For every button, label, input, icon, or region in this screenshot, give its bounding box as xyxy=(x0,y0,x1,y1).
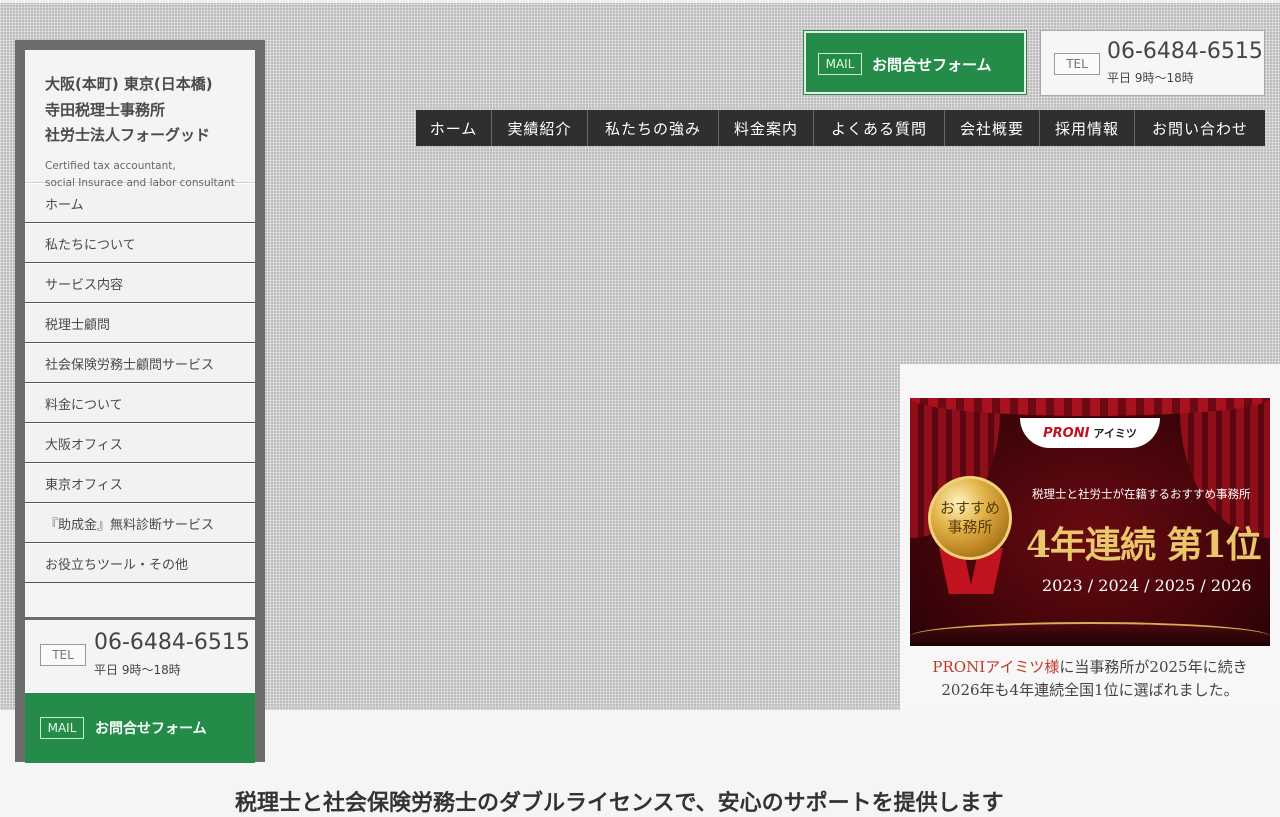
sidebar-item-pricing[interactable]: 料金について xyxy=(25,383,255,423)
proni-logo-text: PRONI xyxy=(1043,425,1090,441)
award-subtitle: 税理士と社労士が在籍するおすすめ事務所 xyxy=(1032,487,1251,501)
sidebar-tel[interactable]: TEL 06-6484-6515 平日 9時〜18時 xyxy=(25,617,255,689)
sidebar-inner: 大阪(本町) 東京(日本橋) 寺田税理士事務所 社労士法人フォーグッド Cert… xyxy=(25,50,255,763)
brand-english-line-1: Certified tax accountant, xyxy=(45,159,176,172)
mail-badge: MAIL xyxy=(818,53,862,75)
nav-item-results[interactable]: 実績紹介 xyxy=(492,110,588,146)
sidebar-item-tokyo-office[interactable]: 東京オフィス xyxy=(25,463,255,503)
sidebar-item-tax-advisor[interactable]: 税理士顧問 xyxy=(25,303,255,343)
brand-english: Certified tax accountant, social Insurac… xyxy=(45,158,255,192)
global-nav: ホーム 実績紹介 私たちの強み 料金案内 よくある質問 会社概要 採用情報 お問… xyxy=(416,110,1265,146)
sidebar-item-services[interactable]: サービス内容 xyxy=(25,263,255,303)
award-banner-image[interactable]: PRONI アイミツ おすすめ 事務所 税理士と社労士が在籍するおすすめ事務所 … xyxy=(910,398,1270,646)
gold-medal-icon: おすすめ 事務所 xyxy=(928,476,1012,560)
tel-number: 06-6484-6515 xyxy=(1107,39,1263,64)
header-mail-button[interactable]: MAIL お問合せフォーム xyxy=(803,30,1027,95)
proni-logo-suffix: アイミツ xyxy=(1093,427,1137,440)
award-main-text: 4年連続 第1位 xyxy=(1026,524,1262,566)
section-heading: 税理士と社会保険労務士のダブルライセンスで、安心のサポートを提供します xyxy=(235,791,1004,816)
brand-line-labor-office: 社労士法人フォーグッド xyxy=(45,126,211,144)
stage-base xyxy=(910,622,1270,646)
medal-text-2: 事務所 xyxy=(947,518,993,536)
nav-item-pricing[interactable]: 料金案内 xyxy=(719,110,814,146)
nav-item-home[interactable]: ホーム xyxy=(416,110,492,146)
proni-logo: PRONI アイミツ xyxy=(1020,418,1160,448)
award-caption: PRONIアイミツ様に当事務所が2025年に続き 2026年も4年連続全国1位に… xyxy=(900,656,1280,702)
tel-badge: TEL xyxy=(40,644,86,666)
sidebar-mail-button[interactable]: MAIL お問合せフォーム xyxy=(25,692,255,763)
sidebar-item-subsidy-diagnosis[interactable]: 『助成金』無料診断サービス xyxy=(25,503,255,543)
nav-item-faq[interactable]: よくある質問 xyxy=(814,110,945,146)
header-tel[interactable]: TEL 06-6484-6515 平日 9時〜18時 xyxy=(1040,30,1265,96)
medal-text-1: おすすめ xyxy=(939,499,1000,517)
sidebar-item-about[interactable]: 私たちについて xyxy=(25,223,255,263)
brand-english-line-2: social Insurace and labor consultant xyxy=(45,176,235,189)
award-caption-line-1: PRONIアイミツ様に当事務所が2025年に続き xyxy=(900,656,1280,679)
sidebar-item-osaka-office[interactable]: 大阪オフィス xyxy=(25,423,255,463)
brand-line-locations: 大阪(本町) 東京(日本橋) xyxy=(45,75,213,93)
award-panel: PRONI アイミツ おすすめ 事務所 税理士と社労士が在籍するおすすめ事務所 … xyxy=(900,364,1280,710)
nav-item-contact[interactable]: お問い合わせ xyxy=(1135,110,1265,146)
nav-item-recruit[interactable]: 採用情報 xyxy=(1040,110,1135,146)
tel-badge: TEL xyxy=(1054,53,1100,75)
award-caption-link[interactable]: PRONIアイミツ様 xyxy=(932,658,1059,676)
sidebar-item-labor-advisor[interactable]: 社会保険労務士顧問サービス xyxy=(25,343,255,383)
tel-hours: 平日 9時〜18時 xyxy=(1107,71,1194,85)
sidebar-item-tools[interactable]: お役立ちツール・その他 xyxy=(25,543,255,583)
award-caption-text: に当事務所が2025年に続き xyxy=(1059,658,1248,676)
tel-hours: 平日 9時〜18時 xyxy=(94,663,181,677)
nav-item-strengths[interactable]: 私たちの強み xyxy=(588,110,719,146)
sidebar: 大阪(本町) 東京(日本橋) 寺田税理士事務所 社労士法人フォーグッド Cert… xyxy=(15,40,265,763)
brand-block[interactable]: 大阪(本町) 東京(日本橋) 寺田税理士事務所 社労士法人フォーグッド Cert… xyxy=(25,50,255,189)
mail-badge: MAIL xyxy=(40,717,84,739)
top-border xyxy=(0,0,1280,3)
award-caption-line-2: 2026年も4年連続全国1位に選ばれました。 xyxy=(941,681,1239,699)
award-years: 2023 / 2024 / 2025 / 2026 xyxy=(1042,576,1252,595)
mail-button-label: お問合せフォーム xyxy=(872,56,992,74)
brand-line-tax-office: 寺田税理士事務所 xyxy=(45,100,166,119)
tel-number: 06-6484-6515 xyxy=(94,630,250,655)
mail-button-label: お問合せフォーム xyxy=(95,721,207,737)
nav-item-company[interactable]: 会社概要 xyxy=(945,110,1040,146)
